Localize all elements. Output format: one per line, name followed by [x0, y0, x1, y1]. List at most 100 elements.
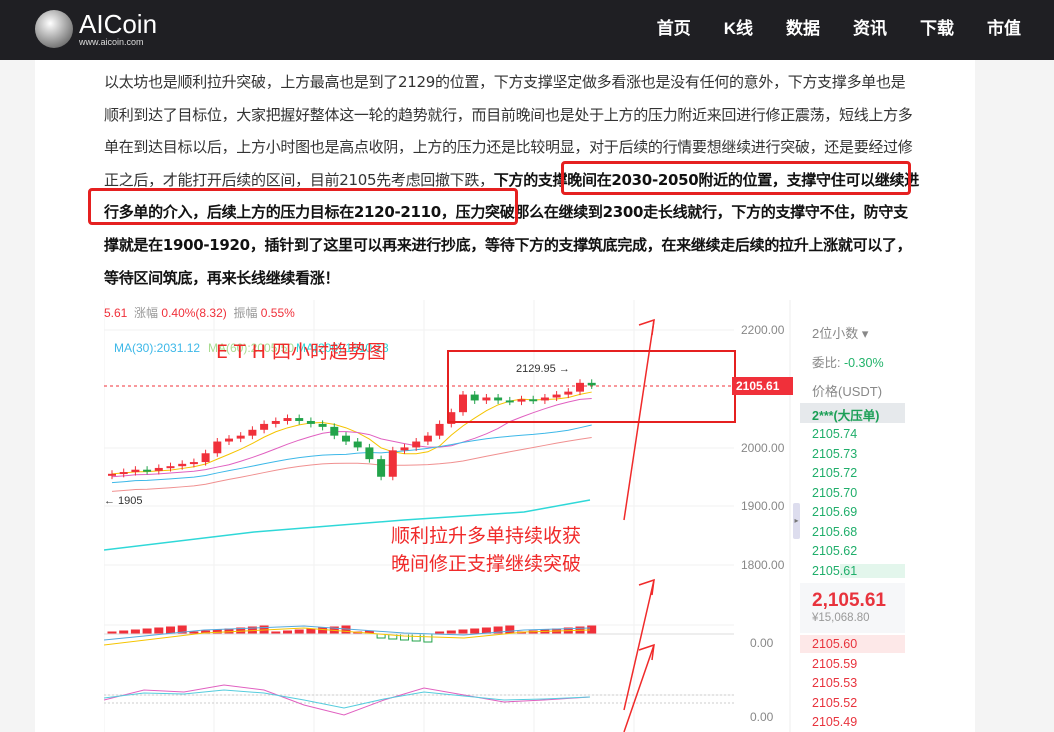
highlight-box-2 [88, 188, 518, 225]
macd-bar [294, 629, 304, 635]
candle [306, 420, 315, 424]
candle [201, 453, 210, 463]
axis-1900: 1900.00 [741, 499, 785, 513]
candle [318, 423, 327, 427]
nav-download[interactable]: 下载 [920, 0, 954, 60]
bid-row[interactable]: 2105.60 [812, 637, 857, 651]
kline-chart[interactable]: 5.61 涨幅 0.40%(8.32) 振幅 0.55% MA(30):2031… [104, 300, 905, 732]
ask-row[interactable]: 2105.68 [812, 525, 857, 539]
candle [400, 447, 409, 451]
price-tail: 5.61 [104, 306, 128, 320]
nav-market-cap[interactable]: 市值 [987, 0, 1021, 60]
candle [295, 418, 304, 421]
top-header: AICoin www.aicoin.com 首页 K线 数据 资讯 下载 市值 [0, 0, 1054, 60]
amp-label: 振幅 [233, 306, 258, 320]
annotation-line-2: 晚间修正支撑继续突破 [391, 553, 582, 575]
decimals-select[interactable]: 2位小数 ▾ [812, 323, 868, 342]
candle [283, 418, 292, 421]
candle [365, 447, 374, 460]
axis-kdj-zero: 0.00 [750, 710, 774, 724]
change-value: 0.40%(8.32) [161, 306, 227, 320]
kdj-k [104, 689, 591, 709]
current-price-tag: 2105.61 [732, 377, 793, 395]
article-p2: 目前2105先考虑回撤下跌， [309, 170, 494, 189]
candle [271, 420, 280, 424]
nav-home[interactable]: 首页 [657, 0, 691, 60]
candle [166, 466, 175, 469]
ask-row[interactable]: 2105.69 [812, 505, 857, 519]
candle [248, 429, 257, 436]
nav-kline[interactable]: K线 [724, 0, 753, 60]
macd-bar [400, 633, 409, 641]
candle [154, 467, 163, 471]
bid-row[interactable]: 2105.59 [812, 657, 857, 671]
nav-news[interactable]: 资讯 [853, 0, 887, 60]
ask-row[interactable]: 2105.61 [812, 563, 905, 578]
ma-line [111, 424, 592, 484]
macd-bar [493, 626, 503, 635]
highlight-box-3 [447, 350, 736, 423]
candle [225, 438, 233, 442]
ask-row[interactable]: 2105.73 [812, 447, 857, 461]
macd-bar [154, 627, 164, 635]
amp-value: 0.55% [260, 306, 295, 320]
macd-bar [306, 628, 316, 635]
candle [119, 472, 128, 475]
globe-logo-icon [35, 10, 73, 48]
last-price-cny: ¥15,068.80 [812, 612, 870, 624]
annotation: 顺利拉升多单持续收获 晚间修正支撑继续突破 [391, 522, 581, 578]
macd-bar [341, 625, 351, 635]
ma30-label: MA(30):2031.12 [114, 341, 201, 355]
macd-bar [142, 628, 152, 635]
candle [260, 423, 269, 430]
macd-bar [540, 629, 550, 635]
nav-data[interactable]: 数据 [786, 0, 820, 60]
macd-bar [470, 628, 480, 635]
candle [353, 441, 362, 448]
ask-row[interactable]: 2105.74 [812, 427, 857, 441]
candle [342, 435, 350, 442]
highlight-box-1 [561, 161, 911, 195]
big-order-label: 2***(大压单) [812, 409, 880, 423]
stats-line: 5.61 涨幅 0.40%(8.32) 振幅 0.55% [104, 304, 295, 321]
candle [435, 423, 444, 436]
candle [412, 441, 421, 448]
ask-row[interactable]: 2105.62 [812, 544, 857, 558]
axis-macd-zero: 0.00 [750, 636, 774, 650]
macd-bar [411, 633, 421, 642]
main-nav: 首页 K线 数据 资讯 下载 市值 [657, 0, 1054, 60]
chart-title: E T H 四小时趋势图 [216, 341, 387, 363]
ratio-label: 委比: [812, 356, 841, 370]
axis-2200: 2200.00 [741, 323, 785, 337]
ratio-row: 委比: -0.30% [812, 352, 884, 371]
low-label: ← 1905 [104, 495, 143, 507]
brand-name: AICoin [79, 9, 158, 39]
candle [178, 463, 187, 467]
bid-row[interactable]: 2105.49 [812, 715, 857, 729]
axis-2000: 2000.00 [741, 441, 785, 455]
candle [131, 469, 140, 473]
candle [236, 435, 245, 439]
candle [213, 441, 222, 454]
arrow-head-icon [638, 318, 655, 336]
change-label: 涨幅 [134, 306, 159, 320]
bid-row[interactable]: 2105.52 [812, 696, 857, 710]
candle [143, 469, 152, 472]
last-price: 2,105.61 [812, 590, 886, 611]
aicoin-logo[interactable]: AICoin www.aicoin.com [35, 10, 157, 48]
macd-bar [130, 629, 140, 635]
macd-bar [458, 629, 468, 635]
ask-row[interactable]: 2105.72 [812, 466, 857, 480]
candle [189, 462, 198, 465]
axis-1800: 1800.00 [741, 558, 785, 572]
candle [330, 426, 339, 436]
candle [108, 473, 116, 476]
price-header: 价格(USDT) [812, 384, 883, 399]
bid-row[interactable]: 2105.53 [812, 676, 857, 690]
annotation-line-1: 顺利拉升多单持续收获 [391, 525, 582, 547]
macd-bar [423, 633, 433, 643]
candle [388, 450, 397, 477]
ask-row[interactable]: 2105.70 [812, 486, 857, 500]
candle [377, 459, 386, 477]
collapse-handle[interactable]: ▸ [793, 503, 800, 539]
